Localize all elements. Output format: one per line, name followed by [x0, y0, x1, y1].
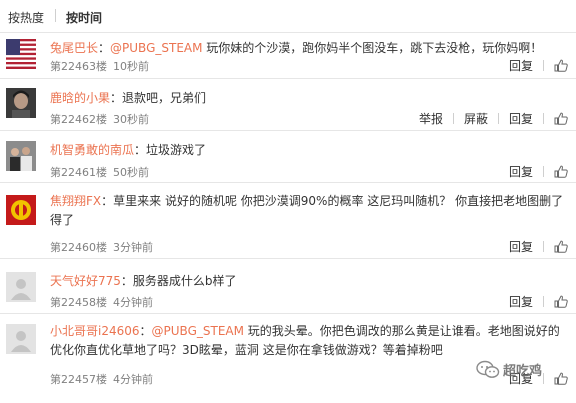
comment-text: 兔尾巴长：@PUBG_STEAM 玩你妹的个沙漠，跑你妈半个图没车，跳下去没枪，… [50, 39, 564, 58]
comment-body: 草里来来 说好的随机呢 你把沙漠调90%的概率 这尼玛叫随机？ 你直接把老地图删… [50, 194, 564, 227]
colon: ： [120, 274, 133, 288]
comment-text: 机智勇敢的南瓜：垃圾游戏了 [50, 141, 564, 160]
thumbs-up-icon[interactable] [554, 112, 568, 125]
watermark: 超吃鸡 [476, 358, 572, 398]
comment-time: 4分钟前 [113, 373, 153, 386]
divider [543, 60, 544, 71]
avatar[interactable] [6, 141, 36, 171]
dark-portrait-avatar-icon [6, 88, 36, 118]
username-link[interactable]: 兔尾巴长 [50, 41, 98, 55]
comment-item: 焦翔翔FX：草里来来 说好的随机呢 你把沙漠调90%的概率 这尼玛叫随机？ 你直… [0, 183, 576, 259]
avatar[interactable] [6, 195, 36, 225]
username-link[interactable]: 小北哥哥i24606 [50, 324, 140, 338]
report-button[interactable]: 举报 [419, 112, 443, 126]
sort-divider [55, 9, 56, 22]
reply-button[interactable]: 回复 [509, 112, 533, 126]
divider [452, 113, 454, 124]
floor-number: 第22458楼 [50, 296, 107, 309]
default-avatar-icon [6, 324, 36, 354]
comment-time: 4分钟前 [113, 296, 153, 309]
divider [543, 296, 544, 307]
floor-number: 第22463楼 [50, 60, 107, 73]
comment-item: 兔尾巴长：@PUBG_STEAM 玩你妹的个沙漠，跑你妈半个图没车，跳下去没枪，… [0, 33, 576, 79]
watermark-text: 超吃鸡 [503, 364, 543, 379]
mention-link[interactable]: @PUBG_STEAM [110, 41, 202, 55]
comment-text: 小北哥哥i24606：@PUBG_STEAM 玩的我头晕。你把色调改的那么黄是让… [50, 322, 564, 360]
comment-actions: 回复 [497, 163, 568, 180]
colon: ： [98, 41, 111, 55]
avatar[interactable] [6, 272, 36, 302]
floor-number: 第22461楼 [50, 166, 107, 179]
comment-meta: 第22460楼 3分钟前 [50, 239, 153, 255]
comment-time: 50秒前 [113, 166, 149, 179]
comment-meta: 第22457楼 4分钟前 [50, 371, 153, 387]
divider [543, 241, 544, 252]
username-link[interactable]: 机智勇敢的南瓜 [50, 143, 134, 157]
comment-body: 退款吧，兄弟们 [122, 91, 207, 105]
avatar[interactable] [6, 39, 36, 69]
floor-number: 第22462楼 [50, 113, 107, 126]
comment-item: 机智勇敢的南瓜：垃圾游戏了 第22461楼 50秒前 回复 [0, 131, 576, 183]
username-link[interactable]: 天气好好775 [50, 274, 121, 288]
comment-actions: 回复 [497, 238, 568, 255]
us-flag-avatar-icon [6, 39, 36, 69]
reply-button[interactable]: 回复 [509, 165, 533, 179]
username-link[interactable]: 焦翔翔FX [50, 194, 101, 208]
comment-meta: 第22463楼 10秒前 [50, 58, 149, 74]
comment-item: 鹿晗的小果：退款吧，兄弟们 第22462楼 30秒前 举报 屏蔽 回复 [0, 79, 576, 131]
comment-text: 鹿晗的小果：退款吧，兄弟们 [50, 89, 564, 108]
sort-by-time-tab[interactable]: 按时间 [66, 9, 102, 26]
comment-actions: 回复 [497, 57, 568, 74]
username-link[interactable]: 鹿晗的小果 [50, 91, 110, 105]
divider [497, 113, 499, 124]
block-button[interactable]: 屏蔽 [464, 112, 488, 126]
comment-meta: 第22462楼 30秒前 [50, 111, 149, 127]
thumbs-up-icon[interactable] [554, 295, 568, 308]
divider [543, 113, 544, 124]
reply-button[interactable]: 回复 [509, 240, 533, 254]
sort-by-hot-tab[interactable]: 按热度 [8, 9, 44, 26]
thumbs-up-icon[interactable] [554, 240, 568, 253]
comment-text: 天气好好775：服务器成什么b样了 [50, 272, 564, 291]
default-avatar-icon [6, 272, 36, 302]
avatar[interactable] [6, 88, 36, 118]
sort-bar: 按热度 按时间 [0, 0, 576, 33]
reply-button[interactable]: 回复 [509, 59, 533, 73]
comment-body: 服务器成什么b样了 [132, 274, 237, 288]
avatar[interactable] [6, 324, 36, 354]
colon: ： [134, 143, 147, 157]
colon: ： [101, 194, 114, 208]
red-emblem-avatar-icon [6, 195, 36, 225]
comment-meta: 第22458楼 4分钟前 [50, 294, 153, 310]
group-photo-avatar-icon [6, 141, 36, 171]
comment-item: 天气好好775：服务器成什么b样了 第22458楼 4分钟前 回复 [0, 259, 576, 314]
comment-actions: 回复 [497, 293, 568, 310]
colon: ： [139, 324, 152, 338]
comment-body: 玩你妹的个沙漠，跑你妈半个图没车，跳下去没枪，玩你妈啊！ [202, 41, 543, 55]
reply-button[interactable]: 回复 [509, 295, 533, 309]
comment-time: 30秒前 [113, 113, 149, 126]
thumbs-up-icon[interactable] [554, 165, 568, 178]
comment-time: 3分钟前 [113, 241, 153, 254]
comment-body: 垃圾游戏了 [146, 143, 207, 157]
comment-meta: 第22461楼 50秒前 [50, 164, 149, 180]
comment-time: 10秒前 [113, 60, 149, 73]
comment-actions: 举报 屏蔽 回复 [407, 110, 568, 127]
wechat-icon [476, 360, 500, 378]
mention-link[interactable]: @PUBG_STEAM [152, 324, 244, 338]
comment-text: 焦翔翔FX：草里来来 说好的随机呢 你把沙漠调90%的概率 这尼玛叫随机？ 你直… [50, 192, 564, 230]
divider [543, 166, 544, 177]
thumbs-up-icon[interactable] [554, 59, 568, 72]
floor-number: 第22460楼 [50, 241, 107, 254]
floor-number: 第22457楼 [50, 373, 107, 386]
colon: ： [110, 91, 123, 105]
